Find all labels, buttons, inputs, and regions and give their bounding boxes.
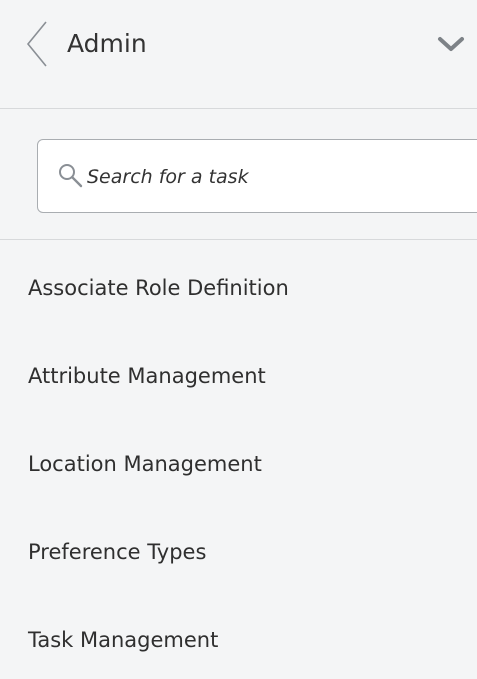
chevron-down-icon [438,37,464,51]
task-item-label: Preference Types [28,540,207,564]
task-item-label: Location Management [28,452,262,476]
admin-task-panel: Admin Associate Role Definition Attribut… [0,0,477,679]
task-item-label: Attribute Management [28,364,266,388]
search-icon [57,162,87,192]
task-item-preference-types[interactable]: Preference Types [0,508,477,596]
task-item-label: Task Management [28,628,219,652]
search-box[interactable] [37,139,477,213]
panel-header: Admin [0,0,477,109]
task-item-location-management[interactable]: Location Management [0,420,477,508]
search-divider [0,239,477,240]
page-title: Admin [67,29,147,58]
task-item-task-management[interactable]: Task Management [0,596,477,679]
task-item-associate-role-definition[interactable]: Associate Role Definition [0,244,477,332]
collapse-button[interactable] [436,34,466,56]
chevron-left-icon [26,21,47,67]
header-divider [0,108,477,109]
task-item-label: Associate Role Definition [28,276,289,300]
back-button[interactable] [26,20,48,68]
search-input[interactable] [87,158,467,196]
task-item-attribute-management[interactable]: Attribute Management [0,332,477,420]
